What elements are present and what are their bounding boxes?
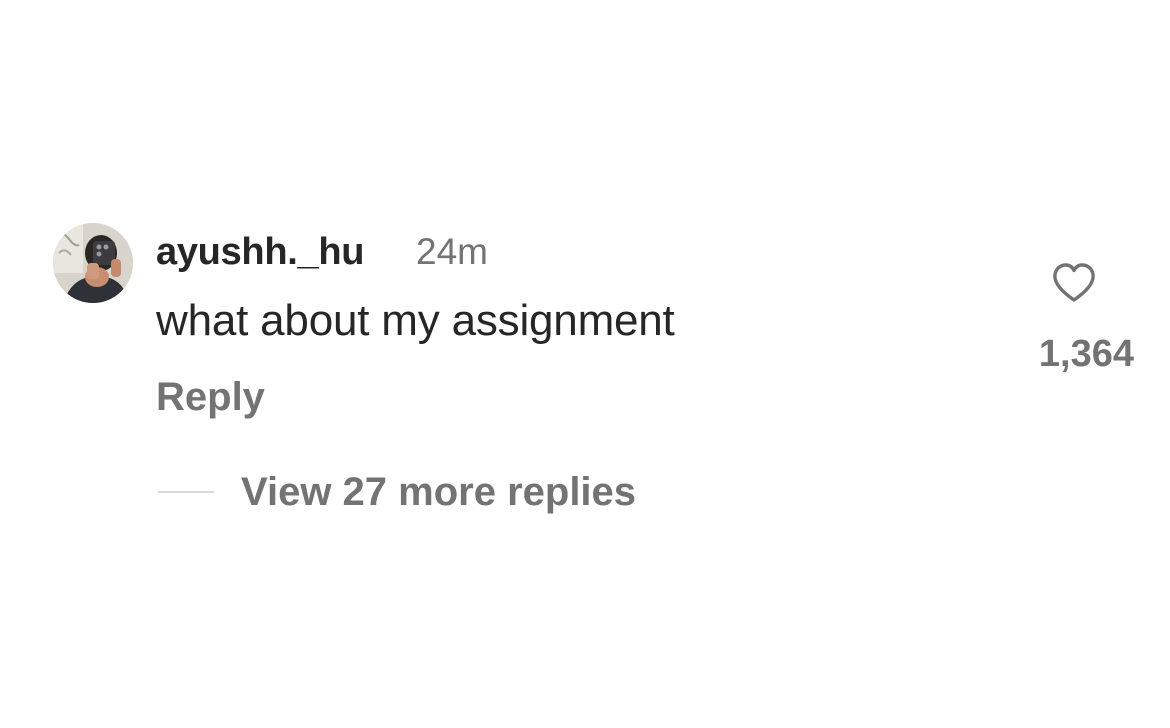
- view-more-replies-button[interactable]: View 27 more replies: [241, 467, 636, 517]
- replies-divider: [158, 491, 214, 493]
- comment-username[interactable]: ayushh._hu: [156, 228, 364, 276]
- heart-outline-icon: [1053, 263, 1095, 302]
- reply-button[interactable]: Reply: [156, 372, 265, 422]
- comment-item: ayushh._hu 24m what about my assignment …: [0, 0, 1170, 728]
- user-avatar[interactable]: [53, 223, 133, 303]
- like-count: 1,364: [1038, 333, 1134, 375]
- like-button[interactable]: [1052, 262, 1096, 304]
- comment-text: what about my assignment: [156, 296, 675, 345]
- comment-timestamp: 24m: [416, 231, 488, 272]
- avatar-photo-icon: [53, 223, 133, 303]
